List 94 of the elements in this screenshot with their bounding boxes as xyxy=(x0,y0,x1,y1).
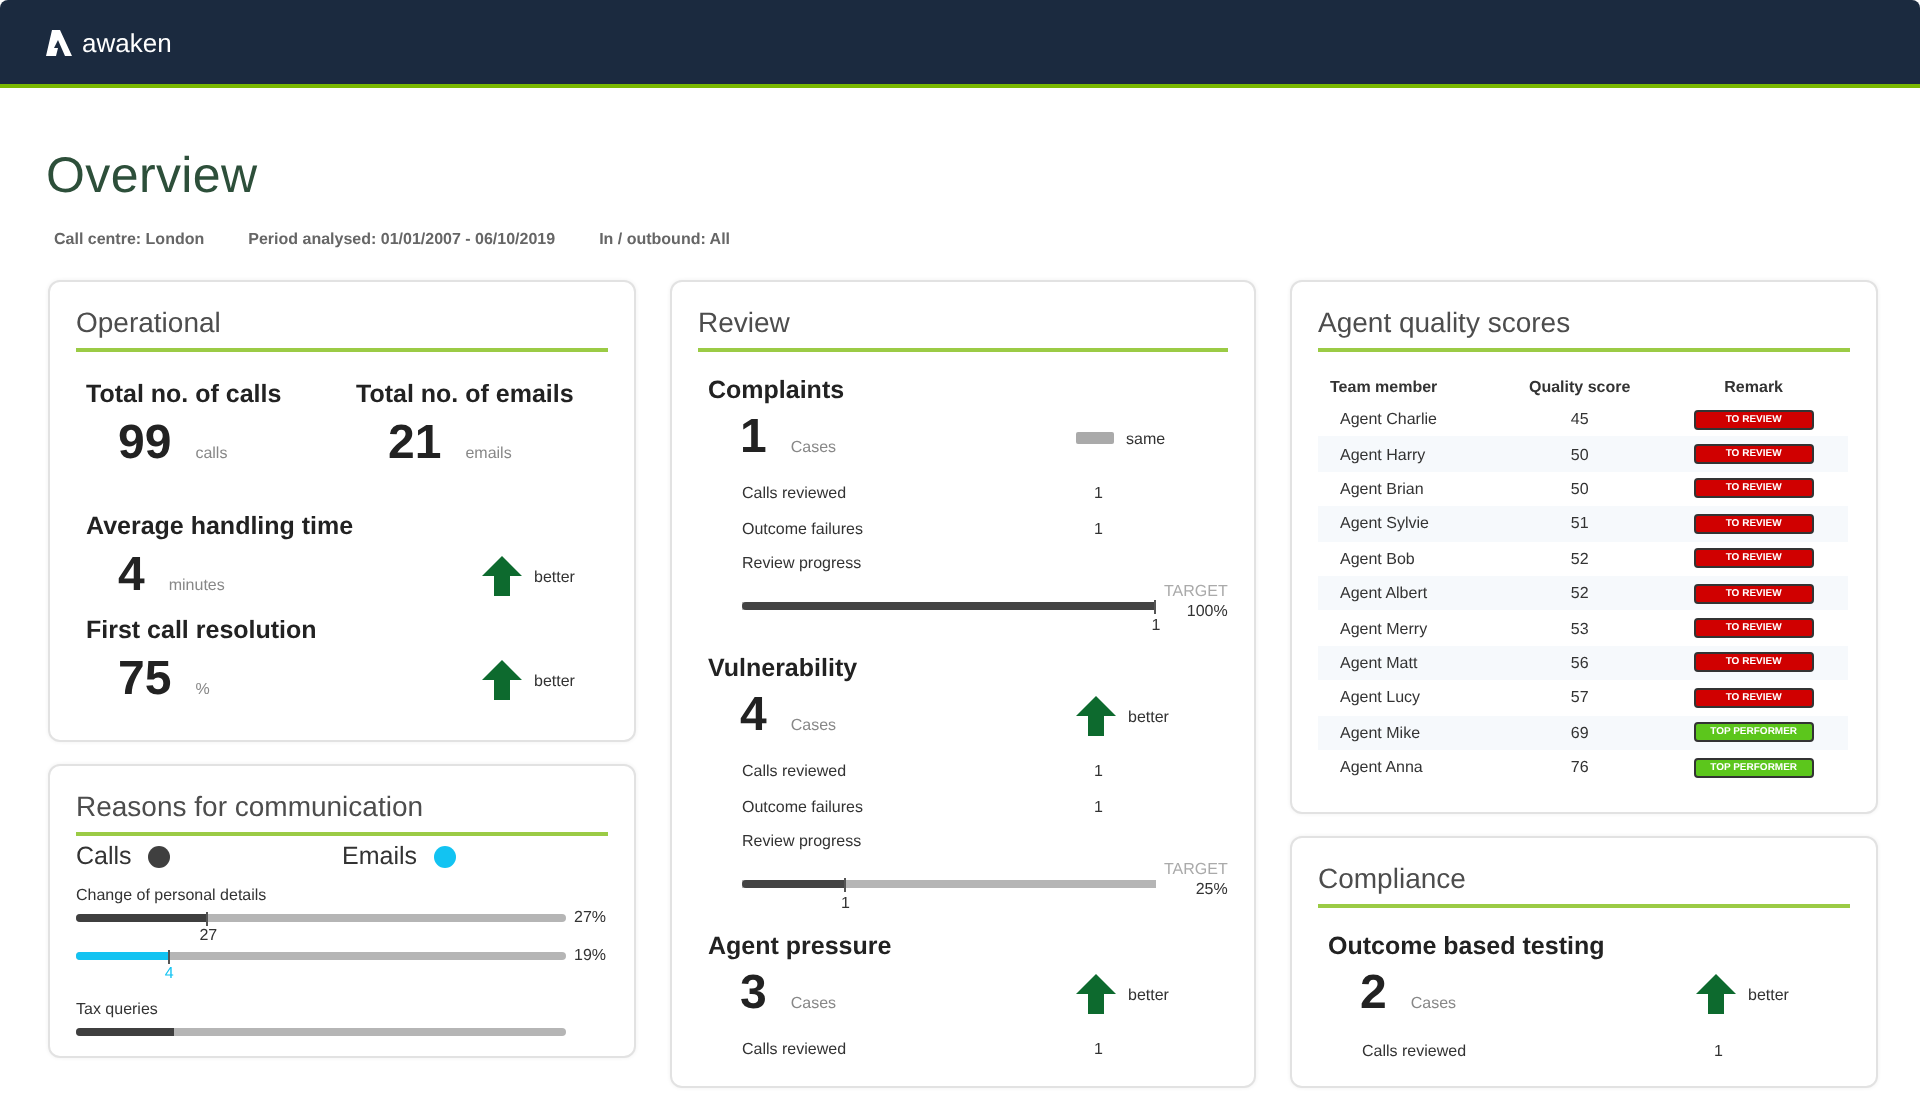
card-title: Operational xyxy=(76,306,608,352)
row-value: 1 xyxy=(1094,519,1105,538)
bar-marker-value: 27 xyxy=(199,926,218,944)
card-title: Compliance xyxy=(1318,862,1850,909)
agent-name: Agent Mike xyxy=(1318,715,1500,750)
case-count: 4 xyxy=(740,688,767,744)
section-title: Vulnerability xyxy=(708,654,860,682)
page-title: Overview xyxy=(46,148,260,206)
metric-label: Average handling time xyxy=(86,512,356,540)
agent-name: Agent Brian xyxy=(1318,471,1500,507)
filter-label: In / outbound: All xyxy=(599,230,731,248)
filter-label: Period analysed: 01/01/2007 - 06/10/2019 xyxy=(248,230,556,248)
quality-score: 52 xyxy=(1500,541,1660,576)
row-label: Calls reviewed xyxy=(1362,1041,1469,1060)
quality-score: 56 xyxy=(1500,645,1660,681)
progress-label: Review progress xyxy=(740,830,864,854)
target-value: 100% xyxy=(1186,602,1228,622)
metric-value: 99 xyxy=(118,416,172,472)
target-value: 25% xyxy=(1195,880,1228,900)
quality-score: 52 xyxy=(1500,575,1660,611)
metric-value: 75 xyxy=(118,652,172,708)
row-label: Calls reviewed xyxy=(742,1040,849,1059)
quality-score: 45 xyxy=(1500,402,1660,437)
column-header: Quality score xyxy=(1526,375,1633,400)
quality-score: 69 xyxy=(1500,715,1660,750)
agent-name: Agent Sylvie xyxy=(1318,506,1500,542)
trend-label: better xyxy=(1748,985,1789,1004)
quality-score: 76 xyxy=(1500,749,1660,785)
column-header: Remark xyxy=(1722,375,1786,399)
case-unit: Cases xyxy=(790,437,837,455)
section-title: Outcome based testing xyxy=(1328,932,1607,961)
row-value: 1 xyxy=(1094,1040,1105,1059)
filter-label: Call centre: London xyxy=(54,230,205,248)
row-label: Outcome failures xyxy=(742,797,865,816)
trend-label: better xyxy=(1128,707,1169,725)
agent-name: Agent Albert xyxy=(1318,575,1500,611)
metric-value: 4 xyxy=(118,548,145,604)
target-label: TARGET xyxy=(1164,582,1228,602)
quality-score: 50 xyxy=(1500,471,1660,507)
trend-label: better xyxy=(1128,985,1169,1003)
metric-label: Total no. of emails xyxy=(356,380,576,408)
agent-name: Agent Bob xyxy=(1318,541,1500,576)
row-label: Outcome failures xyxy=(742,519,865,538)
section-title: Complaints xyxy=(708,376,847,404)
case-count: 3 xyxy=(740,966,767,1022)
case-unit: Cases xyxy=(790,715,837,733)
row-value: 1 xyxy=(1714,1041,1725,1060)
metric-label: Total no. of calls xyxy=(86,380,284,408)
bar-percent: 19% xyxy=(574,946,607,964)
case-count: 2 xyxy=(1360,966,1387,1023)
row-value: 1 xyxy=(1094,762,1105,781)
card-title: Agent quality scores xyxy=(1318,306,1850,352)
brand-name: awaken xyxy=(82,27,172,57)
trend-label: same xyxy=(1126,429,1166,447)
agent-name: Agent Harry xyxy=(1318,436,1500,472)
logo-icon xyxy=(46,29,72,55)
target-label: TARGET xyxy=(1164,860,1228,880)
progress-marker-value: 1 xyxy=(1151,616,1161,634)
quality-score: 57 xyxy=(1500,680,1660,716)
column-header: Team member xyxy=(1328,375,1440,399)
metric-value: 21 xyxy=(388,416,442,472)
progress-marker-value: 1 xyxy=(841,894,850,912)
progress-label: Review progress xyxy=(740,552,864,576)
metric-unit: emails xyxy=(465,443,512,461)
agent-name: Agent Matt xyxy=(1318,645,1500,681)
metric-unit: % xyxy=(195,679,210,697)
card-title: Review xyxy=(698,306,1228,352)
legend-label: Calls xyxy=(76,842,132,870)
agent-name: Agent Charlie xyxy=(1318,402,1500,437)
agent-name: Agent Anna xyxy=(1318,749,1500,785)
agent-name: Agent Lucy xyxy=(1318,680,1500,716)
case-unit: Cases xyxy=(790,993,837,1011)
case-count: 1 xyxy=(740,410,767,466)
reason-label: Tax queries xyxy=(76,1000,160,1018)
quality-score: 53 xyxy=(1568,617,1591,642)
bar-percent: 27% xyxy=(574,908,607,926)
trend-label: better xyxy=(534,671,575,689)
section-title: Agent pressure xyxy=(708,932,894,960)
row-value: 1 xyxy=(1094,484,1105,503)
row-label: Calls reviewed xyxy=(742,762,849,781)
trend-label: better xyxy=(534,567,575,585)
agent-name: Agent Merry xyxy=(1338,617,1430,642)
row-value: 1 xyxy=(1094,797,1105,816)
quality-score: 50 xyxy=(1500,436,1660,472)
case-unit: Cases xyxy=(1410,993,1457,1012)
row-label: Calls reviewed xyxy=(742,484,849,503)
metric-unit: calls xyxy=(195,443,228,461)
bar-marker-value: 4 xyxy=(164,964,174,982)
quality-score: 51 xyxy=(1500,506,1660,542)
metric-label: First call resolution xyxy=(86,616,319,644)
legend-label: Emails xyxy=(342,842,418,870)
card-title: Reasons for communication xyxy=(76,790,608,836)
reason-label: Change of personal details xyxy=(76,886,269,904)
metric-unit: minutes xyxy=(168,575,225,593)
